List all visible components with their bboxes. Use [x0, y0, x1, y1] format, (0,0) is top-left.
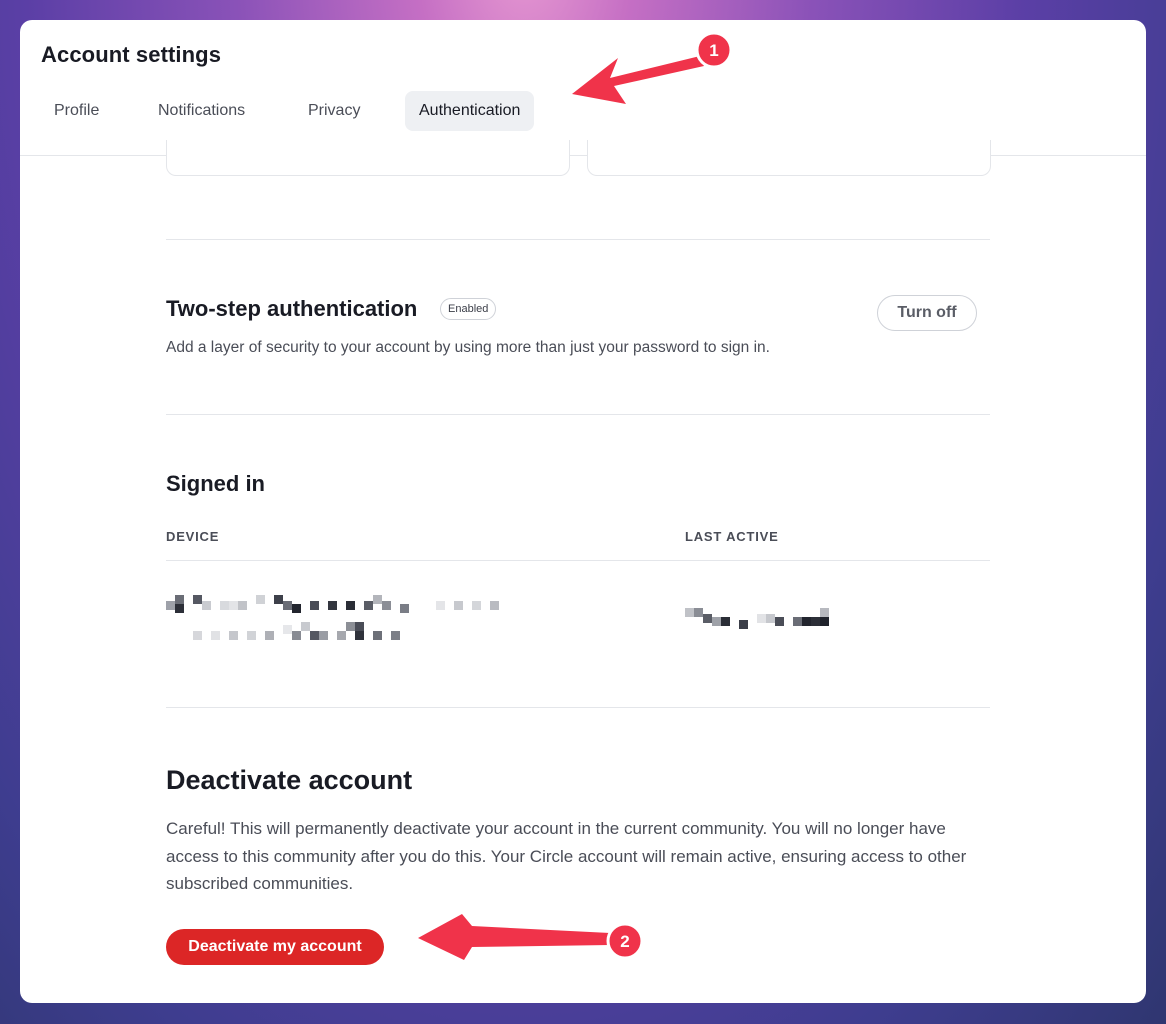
annotation-label-2: 2	[620, 932, 629, 951]
annotation-arrow-1	[572, 56, 704, 104]
annotation-label-1: 1	[709, 41, 718, 60]
annotation-arrow-2	[418, 914, 610, 960]
annotation-badge-2: 2	[606, 922, 644, 960]
annotation-badge-1: 1	[695, 31, 733, 69]
annotation-overlay: 1 2	[418, 31, 733, 960]
